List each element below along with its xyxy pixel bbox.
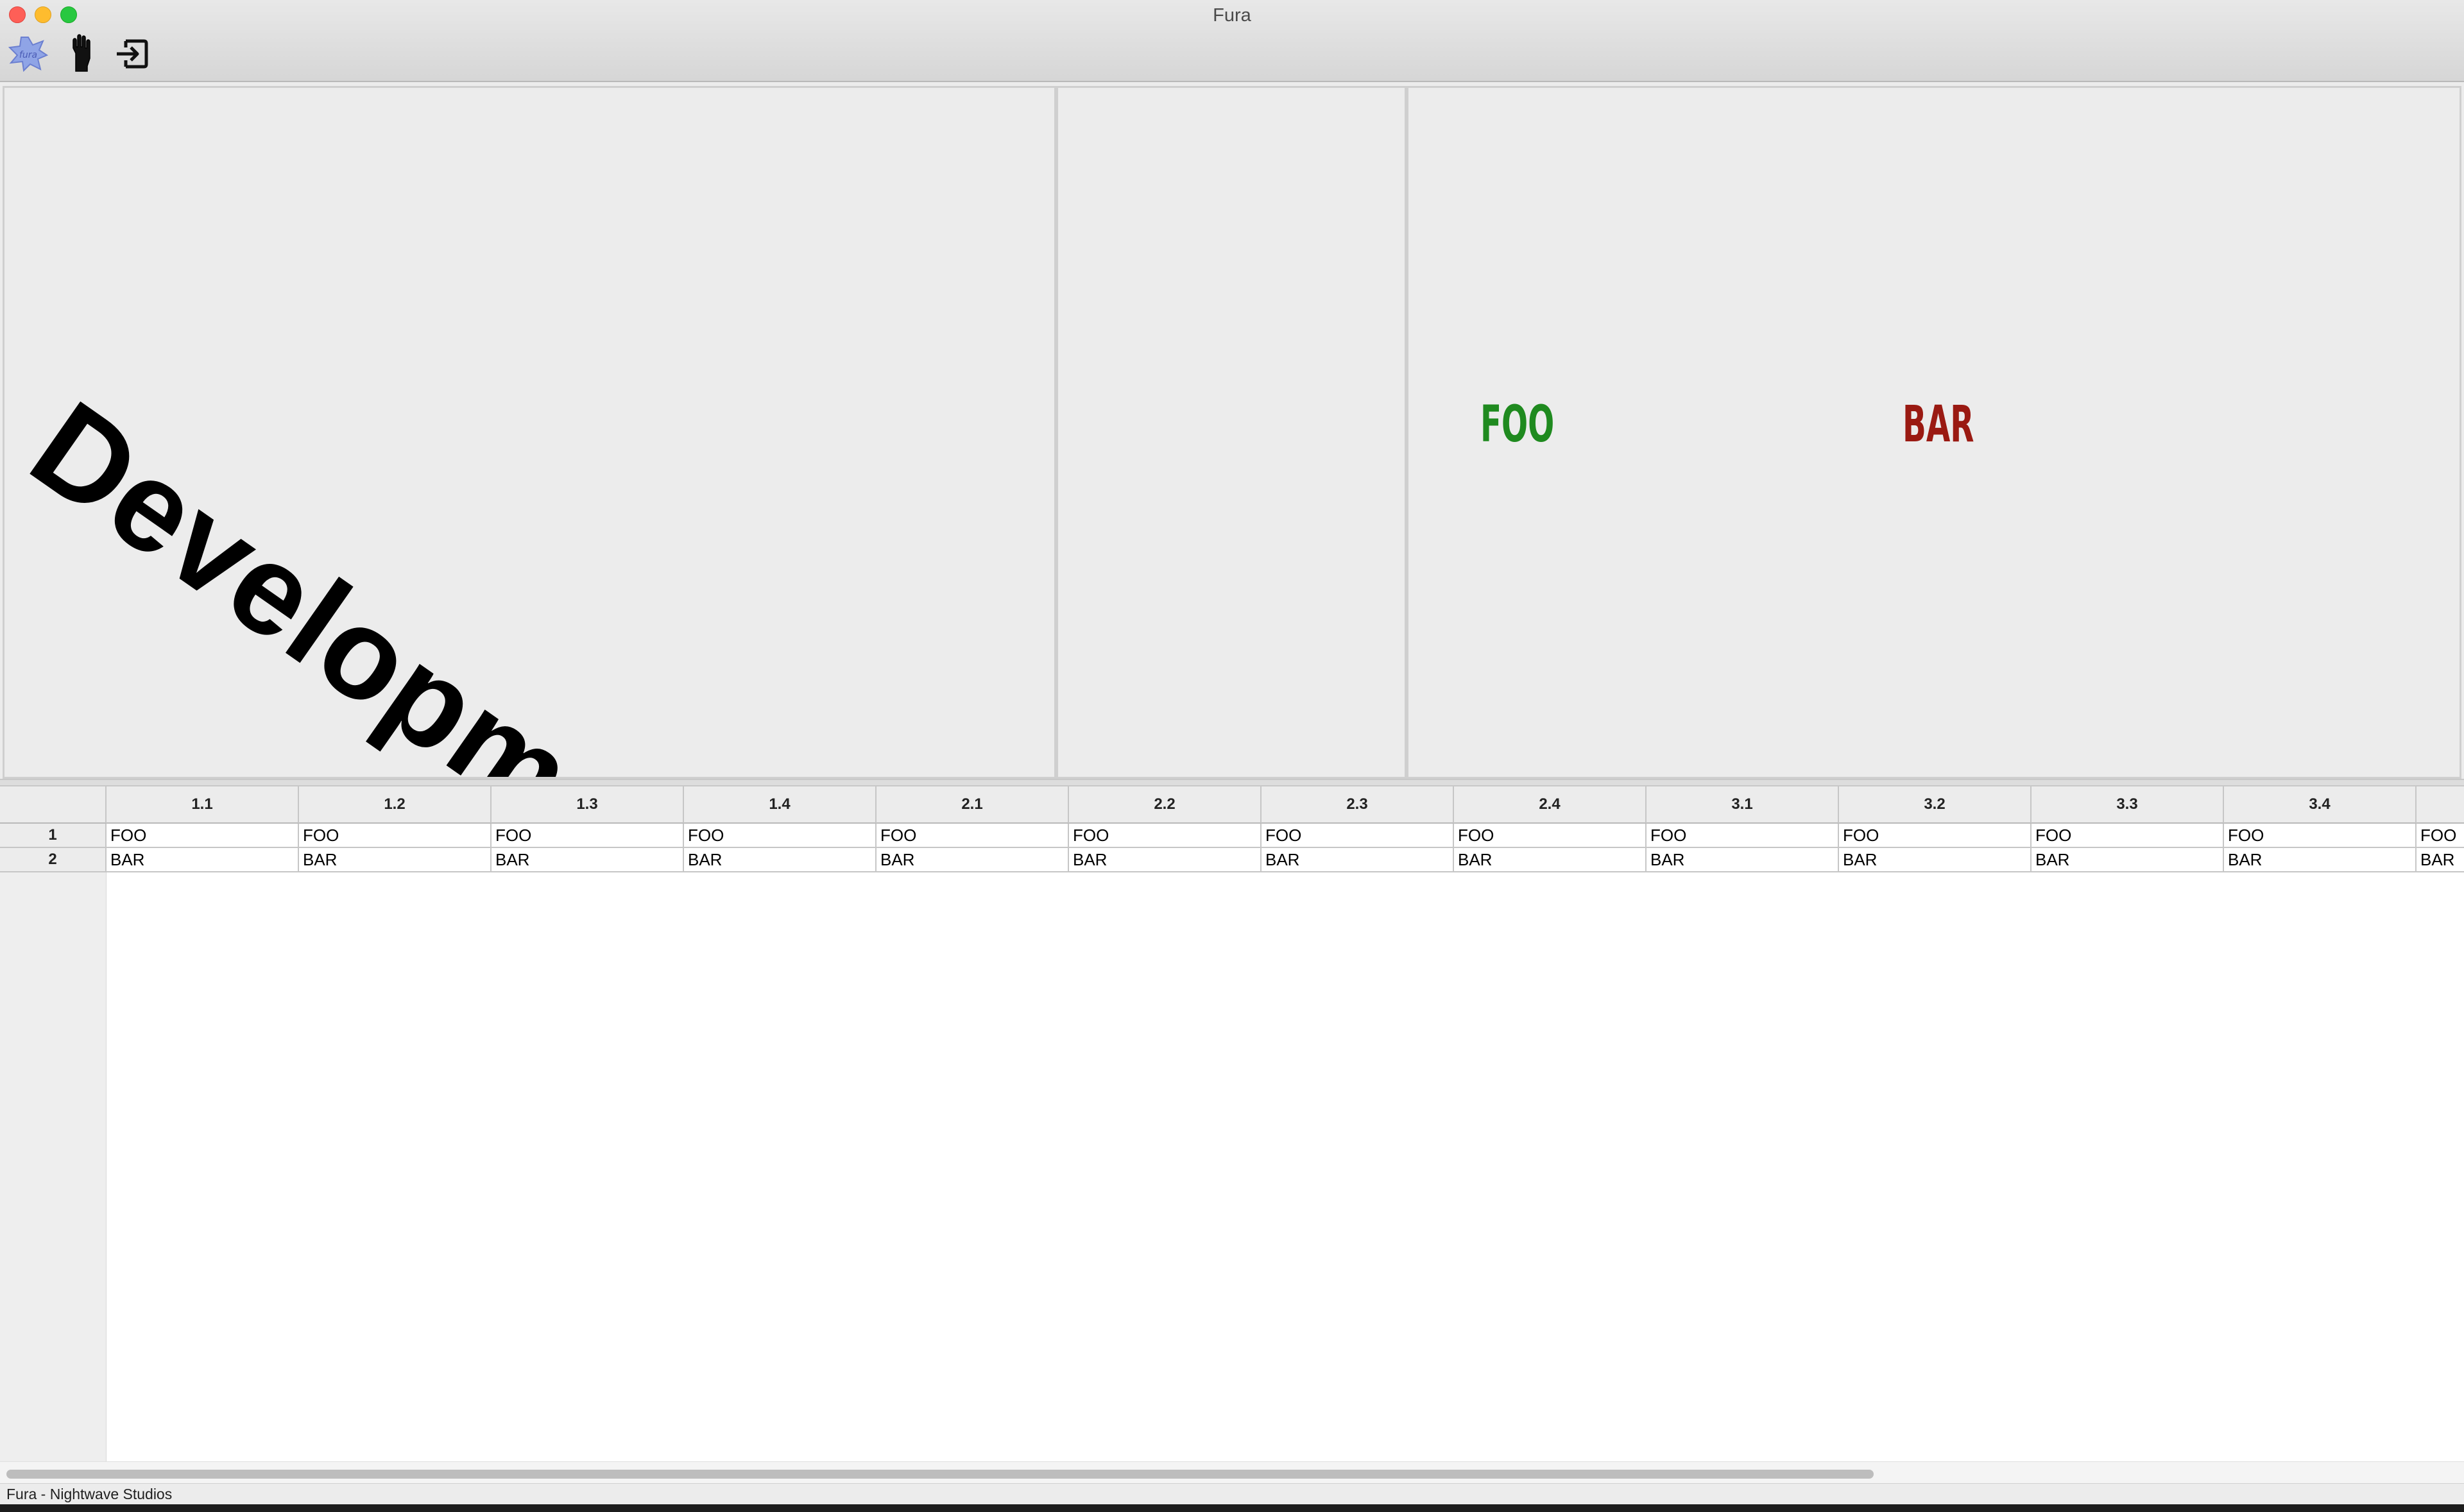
column-header[interactable]: 2.2: [1069, 786, 1262, 824]
row-header[interactable]: 2: [0, 848, 107, 872]
column-header[interactable]: 2.4: [1454, 786, 1647, 824]
table-cell[interactable]: FOO: [1647, 824, 1839, 848]
status-text: Fura - Nightwave Studios: [6, 1485, 173, 1502]
horizontal-scrollbar[interactable]: [0, 1461, 2464, 1483]
app-window: Fura fura Development Build FOO BAR 1.1 …: [0, 0, 2464, 1504]
exit-icon[interactable]: [110, 32, 154, 76]
development-build-watermark: Development Build: [6, 374, 1056, 779]
window-title: Fura: [1213, 5, 1251, 26]
table-cell[interactable]: FOO: [877, 824, 1069, 848]
table-cell[interactable]: FOO: [2417, 824, 2464, 848]
column-header[interactable]: 3.3: [2032, 786, 2224, 824]
table-cell[interactable]: BAR: [2032, 848, 2224, 872]
bar-label: BAR: [1903, 396, 1974, 454]
pane-splitter[interactable]: [0, 779, 2464, 786]
table-corner[interactable]: [0, 786, 107, 824]
column-header[interactable]: 3.1: [1647, 786, 1839, 824]
table-cell[interactable]: FOO: [1262, 824, 1454, 848]
left-viewport-pane: Development Build: [3, 86, 1056, 779]
svg-text:fura: fura: [19, 50, 37, 60]
table-cell[interactable]: BAR: [2224, 848, 2417, 872]
row-header[interactable]: 1: [0, 824, 107, 848]
data-table: 1.1 1.2 1.3 1.4 2.1 2.2 2.3 2.4 3.1 3.2 3.3 3.4 1 FOO…: [0, 786, 2464, 1461]
row-header-column: [0, 786, 107, 1461]
table-cell[interactable]: FOO: [1839, 824, 2032, 848]
right-viewport-pane: FOO BAR: [1407, 86, 2461, 779]
table-cell[interactable]: FOO: [1454, 824, 1647, 848]
table-cell[interactable]: FOO: [1069, 824, 1262, 848]
table-cell[interactable]: BAR: [1454, 848, 1647, 872]
table-cell[interactable]: FOO: [684, 824, 877, 848]
table-cell[interactable]: FOO: [107, 824, 299, 848]
column-header[interactable]: 3.2: [1839, 786, 2032, 824]
table-cell[interactable]: BAR: [299, 848, 492, 872]
column-header[interactable]: 3.4: [2224, 786, 2417, 824]
table-cell[interactable]: BAR: [684, 848, 877, 872]
table-cell[interactable]: BAR: [1262, 848, 1454, 872]
column-header[interactable]: 1.1: [107, 786, 299, 824]
title-bar: Fura fura: [0, 0, 2464, 82]
column-header[interactable]: 1.2: [299, 786, 492, 824]
table-cell[interactable]: BAR: [1069, 848, 1262, 872]
foo-label: FOO: [1480, 396, 1555, 454]
app-logo-icon[interactable]: fura: [6, 32, 50, 76]
column-header[interactable]: 2.3: [1262, 786, 1454, 824]
table-cell[interactable]: BAR: [2417, 848, 2464, 872]
table-cell[interactable]: BAR: [1647, 848, 1839, 872]
table-cell[interactable]: BAR: [1839, 848, 2032, 872]
table-cell[interactable]: FOO: [2032, 824, 2224, 848]
column-header[interactable]: [2417, 786, 2464, 824]
status-bar: Fura - Nightwave Studios: [0, 1483, 2464, 1504]
table-cell[interactable]: FOO: [492, 824, 684, 848]
table-cell[interactable]: FOO: [2224, 824, 2417, 848]
table-cell[interactable]: FOO: [299, 824, 492, 848]
column-header[interactable]: 2.1: [877, 786, 1069, 824]
hand-icon[interactable]: [60, 32, 104, 76]
table-cell[interactable]: BAR: [492, 848, 684, 872]
table-cell[interactable]: BAR: [877, 848, 1069, 872]
table-cell[interactable]: BAR: [107, 848, 299, 872]
scrollbar-thumb[interactable]: [6, 1470, 1874, 1479]
middle-viewport-pane: [1056, 86, 1407, 779]
column-header[interactable]: 1.3: [492, 786, 684, 824]
column-header[interactable]: 1.4: [684, 786, 877, 824]
